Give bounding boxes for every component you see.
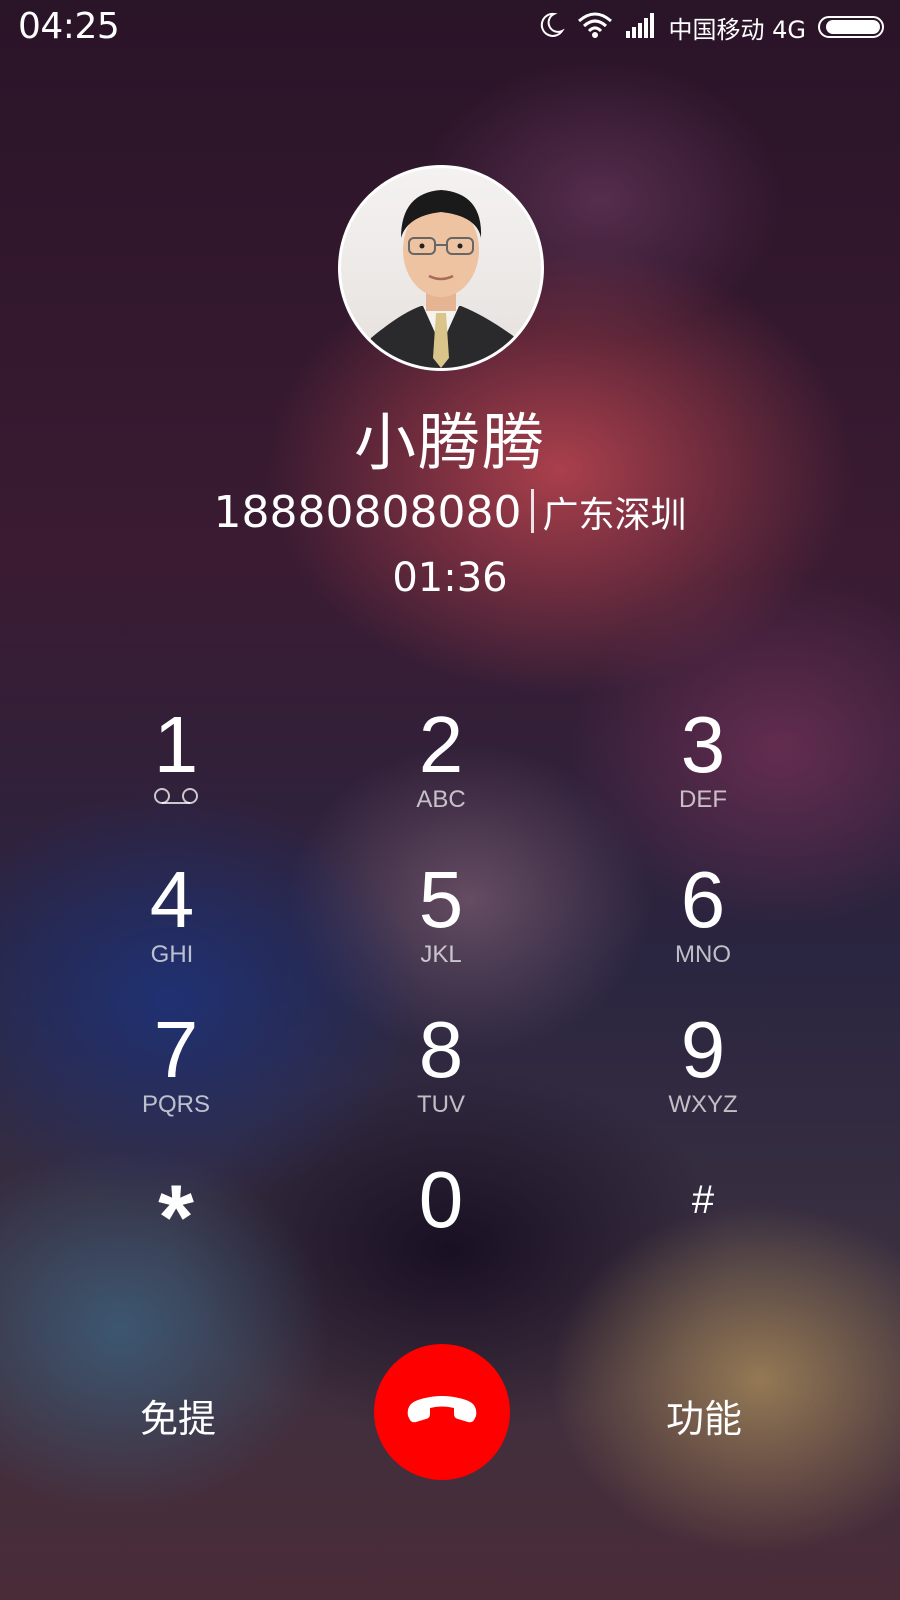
key-4[interactable]: 4 GHI: [72, 860, 272, 1000]
key-digit: 0: [418, 1155, 464, 1244]
divider: [531, 489, 535, 533]
key-letters: GHI: [150, 941, 194, 968]
status-time: 04:25: [18, 6, 120, 47]
key-digit: *: [158, 1167, 194, 1269]
caller-location: 广东深圳: [542, 495, 687, 536]
key-hash[interactable]: #: [603, 1175, 803, 1315]
key-digit: 7: [153, 1005, 199, 1094]
more-functions-button[interactable]: 功能: [634, 1388, 774, 1443]
call-duration: 01:36: [392, 555, 508, 601]
key-0[interactable]: 0: [341, 1160, 541, 1300]
speaker-button[interactable]: 免提: [108, 1388, 248, 1443]
wifi-icon: [577, 11, 613, 44]
key-digit: 4: [149, 855, 195, 944]
key-digit: 3: [680, 700, 726, 789]
key-star[interactable]: *: [76, 1168, 276, 1308]
key-digit: #: [691, 1178, 715, 1222]
moon-icon: [537, 11, 565, 44]
key-digit: 2: [418, 700, 464, 789]
key-digit: 8: [418, 1005, 464, 1094]
key-7[interactable]: 7 PQRS: [76, 1010, 276, 1150]
status-indicators: 中国移动 4G: [537, 10, 884, 44]
key-digit: 1: [153, 700, 199, 789]
key-letters: JKL: [420, 941, 462, 968]
carrier-label: 中国移动 4G: [668, 15, 807, 44]
caller-number-line: 18880808080 广东深圳: [0, 486, 900, 538]
phone-hangup-icon: [402, 1390, 482, 1435]
key-letters: TUV: [417, 1091, 465, 1118]
key-6[interactable]: 6 MNO: [603, 860, 803, 1000]
key-letters: DEF: [679, 786, 727, 813]
key-8[interactable]: 8 TUV: [341, 1010, 541, 1150]
key-letters: ABC: [416, 786, 466, 813]
status-bar: 04:25 中国移动 4G: [0, 0, 900, 54]
key-5[interactable]: 5 JKL: [341, 860, 541, 1000]
key-letters: PQRS: [141, 1091, 210, 1118]
key-3[interactable]: 3 DEF: [603, 705, 803, 845]
caller-name: 小腾腾: [353, 406, 546, 479]
key-letters: WXYZ: [668, 1091, 738, 1118]
key-2[interactable]: 2 ABC: [341, 705, 541, 845]
key-9[interactable]: 9 WXYZ: [603, 1010, 803, 1150]
key-1[interactable]: 1: [76, 705, 276, 845]
key-letters: MNO: [675, 941, 731, 968]
caller-avatar: [338, 165, 544, 371]
key-digit: 9: [680, 1005, 726, 1094]
key-digit: 6: [680, 855, 726, 944]
battery-icon: [818, 16, 884, 38]
caller-number: 18880808080: [213, 487, 522, 538]
key-digit: 5: [418, 855, 464, 944]
voicemail-icon: [76, 785, 276, 815]
signal-icon: [625, 11, 657, 44]
hangup-button[interactable]: [374, 1344, 510, 1480]
